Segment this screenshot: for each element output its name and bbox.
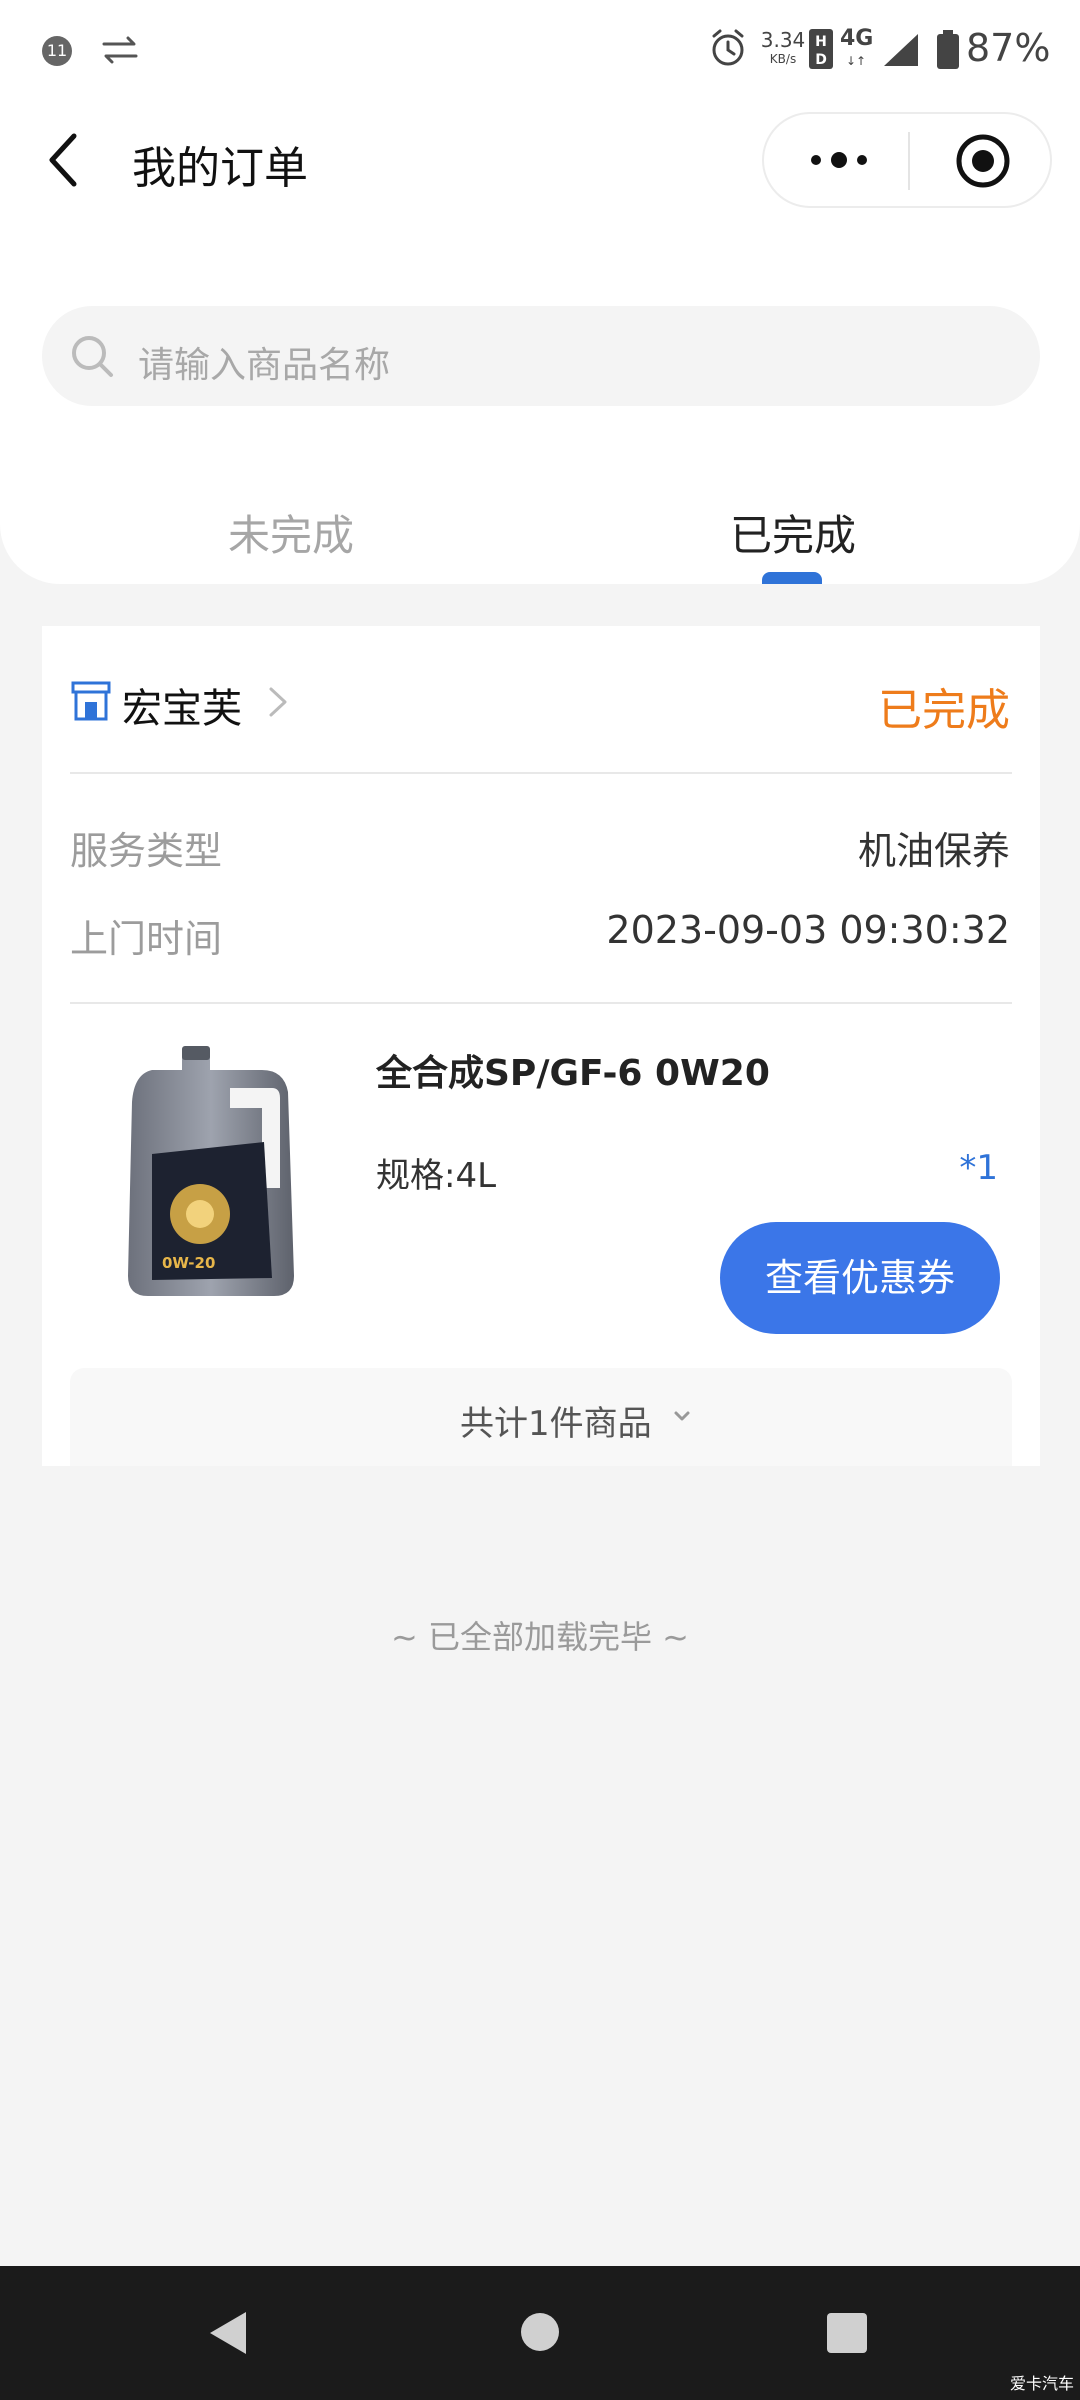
search-input[interactable]: 请输入商品名称 [42,306,1040,406]
back-icon[interactable] [40,128,90,192]
visit-time-label: 上门时间 [70,917,223,961]
order-card[interactable]: 宏宝芙 已完成 服务类型 机油保养 上门时间 2023-09-03 09:30:… [42,626,1040,1466]
store-name[interactable]: 宏宝芙 [122,676,242,734]
order-status: 已完成 [878,685,1010,736]
divider [70,1002,1012,1004]
hd-icon: H D [809,29,833,69]
capsule-divider [908,132,910,190]
service-type-label: 服务类型 [70,829,223,873]
product-name: 全合成SP/GF-6 0W20 [376,1053,770,1094]
product-quantity: *1 [959,1148,998,1188]
signal-icon [884,34,918,66]
close-icon[interactable] [954,132,1012,190]
tab-indicator [762,572,822,584]
nav-back-icon[interactable] [206,2308,252,2358]
network-type: 4G [840,26,874,51]
order-summary[interactable]: 共计1件商品 [70,1368,1012,1466]
alarm-icon [712,29,744,66]
watermark: 爱卡汽车 [1009,2374,1074,2393]
service-type-value: 机油保养 [857,829,1010,873]
chevron-down-icon[interactable] [670,1404,694,1428]
battery-percent: 87% [966,26,1051,70]
network-activity: ↓↑ [846,54,867,68]
product-image: 0W-20 [128,1046,294,1296]
notification-badge: 11 [42,36,72,66]
mini-program-capsule [762,112,1052,208]
svg-text:H: H [815,34,827,50]
search-placeholder: 请输入商品名称 [138,345,391,386]
status-bar: 11 3.34 KB/s H D 4G ↓↑ 87% [0,0,1080,100]
tab-pending[interactable]: 未完成 [228,502,354,563]
summary-text: 共计1件商品 [460,1404,652,1444]
product-spec: 规格:4L [376,1156,497,1196]
svg-text:D: D [815,52,827,68]
nav-home-icon[interactable] [520,2312,560,2352]
tab-completed[interactable]: 已完成 [730,502,856,563]
system-nav-bar: 爱卡汽车 [0,2266,1080,2400]
store-icon [71,681,111,721]
net-speed: 3.34 KB/s [760,28,806,66]
battery-icon [937,30,959,69]
nav-recent-apps-icon[interactable] [826,2312,868,2354]
search-icon [72,336,113,377]
view-coupon-button[interactable]: 查看优惠券 [720,1222,1000,1334]
all-loaded-text: ~ 已全部加载完毕 ~ [391,1618,689,1656]
sync-icon [102,36,138,64]
page-title: 我的订单 [132,143,308,194]
visit-time-value: 2023-09-03 09:30:32 [606,908,1010,952]
divider [70,772,1012,774]
more-icon[interactable] [804,140,874,180]
product-image-label: 0W-20 [162,1254,215,1272]
chevron-right-icon[interactable] [266,684,290,720]
